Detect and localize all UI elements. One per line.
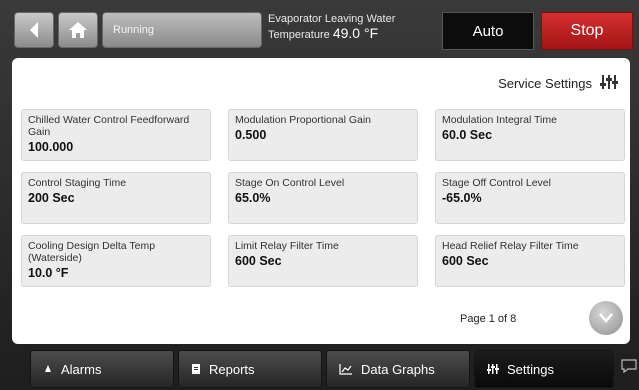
setting-limit-relay-filter-time[interactable]: Limit Relay Filter Time 600 Sec (228, 235, 418, 287)
page-title: Service Settings (498, 76, 592, 91)
evaporator-label: Evaporator Leaving Water (268, 13, 396, 25)
home-icon (69, 22, 87, 38)
setting-label: Stage Off Control Level (442, 177, 551, 189)
tab-reports[interactable]: Reports (178, 350, 322, 388)
tab-label: Data Graphs (361, 361, 435, 377)
setting-label: Stage On Control Level (235, 177, 345, 189)
setting-label: Head Relief Relay Filter Time (442, 240, 579, 252)
setting-modulation-integral-time[interactable]: Modulation Integral Time 60.0 Sec (435, 109, 625, 161)
auto-button[interactable]: Auto (442, 12, 534, 50)
setting-value: 65.0% (235, 191, 271, 205)
setting-value: 200 Sec (28, 191, 75, 205)
evaporator-readout: Evaporator Leaving Water Temperature 49.… (268, 12, 436, 48)
setting-label: Limit Relay Filter Time (235, 240, 339, 252)
reports-document-icon (192, 364, 200, 374)
evaporator-temp-prefix: Temperature (268, 29, 330, 41)
stop-button[interactable]: Stop (541, 12, 633, 50)
home-button[interactable] (58, 12, 98, 48)
graph-icon (339, 364, 352, 375)
setting-value: 600 Sec (235, 254, 282, 268)
status-indicator: Running (102, 12, 262, 48)
back-arrow-icon (30, 22, 38, 38)
tab-label: Reports (209, 361, 255, 377)
setting-label: Modulation Proportional Gain (235, 114, 371, 126)
tab-settings[interactable]: Settings (474, 350, 614, 388)
app-frame: Running Evaporator Leaving Water Tempera… (0, 0, 639, 390)
service-settings-panel: Service Settings Chilled Water Control F… (12, 58, 630, 344)
setting-value: 0.500 (235, 128, 267, 142)
setting-value: 10.0 °F (28, 266, 69, 280)
setting-head-relief-relay-filter-time[interactable]: Head Relief Relay Filter Time 600 Sec (435, 235, 625, 287)
alarm-bell-icon (45, 365, 51, 372)
bottom-tab-bar: Alarms Reports Data Graphs Settings (0, 348, 639, 390)
evaporator-temp-line: Temperature 49.0 °F (268, 26, 436, 42)
status-text: Running (113, 24, 154, 36)
setting-label: Cooling Design Delta Temp (Waterside) (28, 240, 156, 264)
setting-modulation-proportional-gain[interactable]: Modulation Proportional Gain 0.500 (228, 109, 418, 161)
page-indicator: Page 1 of 8 (460, 313, 517, 325)
setting-value: 600 Sec (442, 254, 489, 268)
tab-label: Settings (507, 361, 554, 377)
chevron-down-icon (599, 313, 613, 323)
setting-stage-on-control-level[interactable]: Stage On Control Level 65.0% (228, 172, 418, 224)
settings-sliders-icon (487, 364, 499, 374)
top-bar: Running Evaporator Leaving Water Tempera… (0, 0, 639, 54)
chat-icon[interactable] (620, 358, 638, 374)
tab-alarms[interactable]: Alarms (30, 350, 174, 388)
setting-control-staging-time[interactable]: Control Staging Time 200 Sec (21, 172, 211, 224)
tab-data-graphs[interactable]: Data Graphs (326, 350, 470, 388)
setting-value: -65.0% (442, 191, 482, 205)
setting-label: Modulation Integral Time (442, 114, 557, 126)
settings-sliders-icon (600, 75, 618, 89)
tab-label: Alarms (61, 361, 102, 377)
next-page-button[interactable] (589, 301, 623, 335)
setting-label: Chilled Water Control Feedforward Gain (28, 114, 190, 138)
setting-cooling-design-delta-temp[interactable]: Cooling Design Delta Temp (Waterside) 10… (21, 235, 211, 287)
evaporator-temp-value: 49.0 °F (332, 25, 379, 41)
back-button[interactable] (14, 12, 54, 48)
setting-stage-off-control-level[interactable]: Stage Off Control Level -65.0% (435, 172, 625, 224)
setting-feedforward-gain[interactable]: Chilled Water Control Feedforward Gain 1… (21, 109, 211, 161)
setting-value: 100.000 (28, 140, 74, 154)
setting-label: Control Staging Time (28, 177, 127, 189)
setting-value: 60.0 Sec (442, 128, 493, 142)
